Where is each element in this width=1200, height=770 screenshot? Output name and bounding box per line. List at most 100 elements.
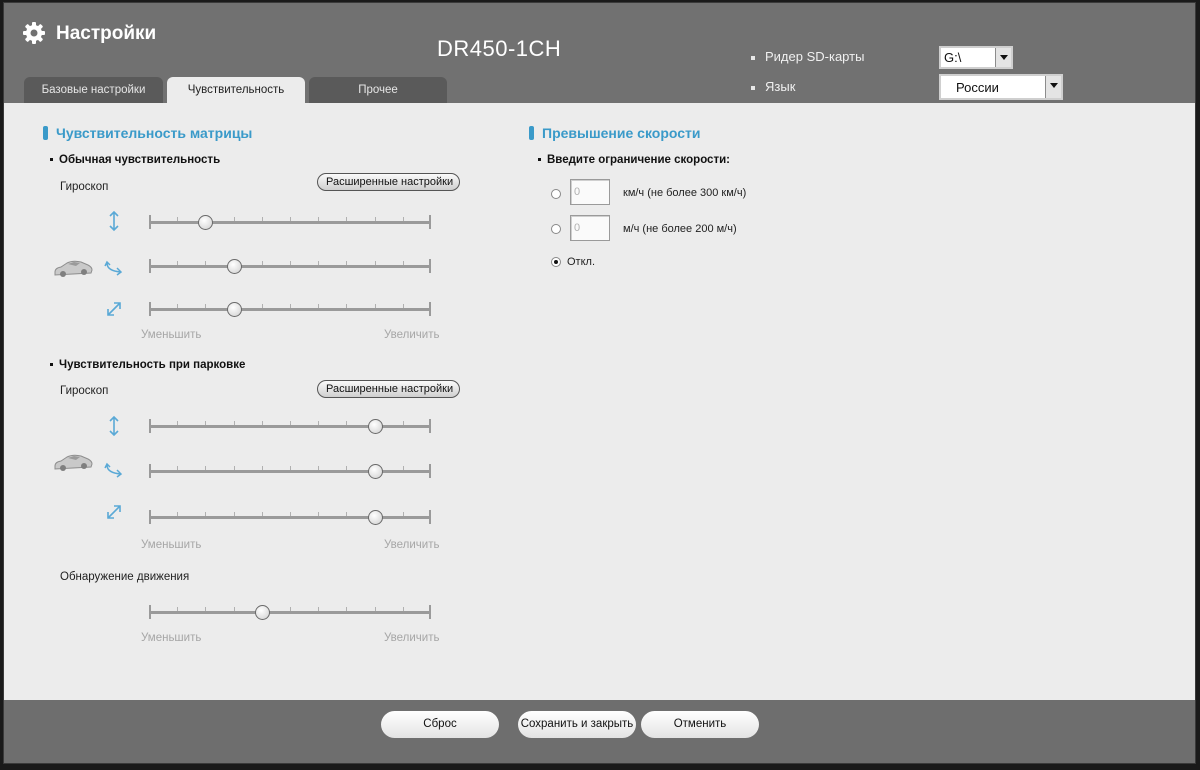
tab-sensitivity[interactable]: Чувствительность (167, 77, 305, 103)
slider-track (149, 265, 431, 268)
slider-endcap (149, 464, 151, 478)
normal-diagonal-slider[interactable] (149, 301, 431, 317)
car-icon (54, 260, 93, 277)
slider-tick (318, 261, 319, 265)
speed-limit-prompt-text: Введите ограничение скорости: (547, 154, 730, 166)
sd-reader-select[interactable]: G:\ (939, 46, 1013, 69)
cancel-button[interactable]: Отменить (641, 711, 759, 738)
language-row: Язык (751, 79, 795, 94)
save-and-close-button[interactable]: Сохранить и закрыть (518, 711, 636, 738)
slider-endcap (149, 215, 151, 229)
slider-knob[interactable] (368, 419, 383, 434)
slider-track (149, 516, 431, 519)
parking-diagonal-slider[interactable] (149, 509, 431, 525)
bullet (751, 55, 755, 60)
slider-endcap (429, 510, 431, 524)
slider-tick (177, 217, 178, 221)
car-icon (54, 454, 93, 471)
motion-detection-label: Обнаружение движения (60, 571, 190, 583)
slider-knob[interactable] (368, 464, 383, 479)
slider-tick (290, 466, 291, 470)
parking-vertical-slider[interactable] (149, 418, 431, 434)
increase-label: Увеличить (384, 632, 440, 644)
bullet (50, 363, 53, 367)
slider-endcap (429, 605, 431, 619)
mph-radio[interactable] (551, 224, 561, 234)
mph-input[interactable] (570, 215, 610, 241)
slider-track (149, 470, 431, 473)
slider-tick (318, 466, 319, 470)
vertical-axis-icon (109, 210, 119, 232)
normal-sensitivity-title: Обычная чувствительность (59, 154, 221, 166)
normal-sensitivity-heading: Обычная чувствительность (50, 154, 220, 166)
slider-tick (205, 421, 206, 425)
bullet (751, 85, 755, 90)
normal-horizontal-slider[interactable] (149, 258, 431, 274)
slider-tick (375, 261, 376, 265)
reset-button[interactable]: Сброс (381, 711, 499, 738)
slider-tick (403, 261, 404, 265)
increase-label: Увеличить (384, 329, 440, 341)
model-title: DR450-1CH (437, 36, 562, 61)
slider-tick (403, 512, 404, 516)
kmh-radio[interactable] (551, 189, 561, 199)
slider-endcap (149, 510, 151, 524)
slider-tick (177, 512, 178, 516)
slider-knob[interactable] (198, 215, 213, 230)
slider-tick (290, 304, 291, 308)
diagonal-axis-icon (107, 302, 121, 316)
increase-label: Увеличить (384, 539, 440, 551)
slider-tick (234, 217, 235, 221)
section-marker (529, 126, 534, 140)
slider-knob[interactable] (227, 259, 242, 274)
bullet (50, 158, 53, 162)
slider-track (149, 221, 431, 224)
slider-track (149, 425, 431, 428)
slider-tick (375, 304, 376, 308)
decrease-label: Уменьшить (141, 632, 202, 644)
slider-tick (262, 512, 263, 516)
tab-other[interactable]: Прочее (309, 77, 447, 103)
normal-vertical-slider[interactable] (149, 214, 431, 230)
slider-knob[interactable] (255, 605, 270, 620)
chevron-down-icon[interactable] (1045, 76, 1061, 98)
advanced-settings-button[interactable]: Расширенные настройки (317, 173, 460, 191)
slider-knob[interactable] (227, 302, 242, 317)
kmh-label: км/ч (не более 300 км/ч) (623, 187, 747, 199)
section-marker (43, 126, 48, 140)
slider-tick (177, 261, 178, 265)
slider-tick (177, 466, 178, 470)
motion-detection-slider[interactable] (149, 604, 431, 620)
parking-advanced-settings-button[interactable]: Расширенные настройки (317, 380, 460, 398)
slider-tick (346, 261, 347, 265)
slider-track (149, 308, 431, 311)
off-radio[interactable] (551, 257, 561, 267)
chevron-down-icon[interactable] (995, 48, 1011, 67)
slider-knob[interactable] (368, 510, 383, 525)
gear-icon (23, 22, 45, 44)
slider-tick (177, 421, 178, 425)
slider-tick (234, 421, 235, 425)
parking-horizontal-slider[interactable] (149, 463, 431, 479)
slider-tick (346, 466, 347, 470)
vertical-axis-icon (109, 415, 119, 437)
off-label: Откл. (567, 256, 596, 268)
kmh-input[interactable] (570, 179, 610, 205)
slider-tick (318, 512, 319, 516)
slider-tick (346, 304, 347, 308)
slider-tick (403, 304, 404, 308)
slider-endcap (149, 302, 151, 316)
slider-tick (403, 466, 404, 470)
language-select[interactable]: России (939, 74, 1063, 100)
sd-reader-value: G:\ (944, 50, 962, 65)
slider-endcap (149, 419, 151, 433)
tab-basic-settings[interactable]: Базовые настройки (24, 77, 163, 103)
slider-tick (290, 607, 291, 611)
horizontal-axis-icon (104, 260, 123, 276)
slider-tick (290, 217, 291, 221)
slider-tick (262, 466, 263, 470)
bullet (538, 158, 541, 162)
slider-tick (262, 304, 263, 308)
slider-endcap (429, 302, 431, 316)
slider-tick (346, 217, 347, 221)
